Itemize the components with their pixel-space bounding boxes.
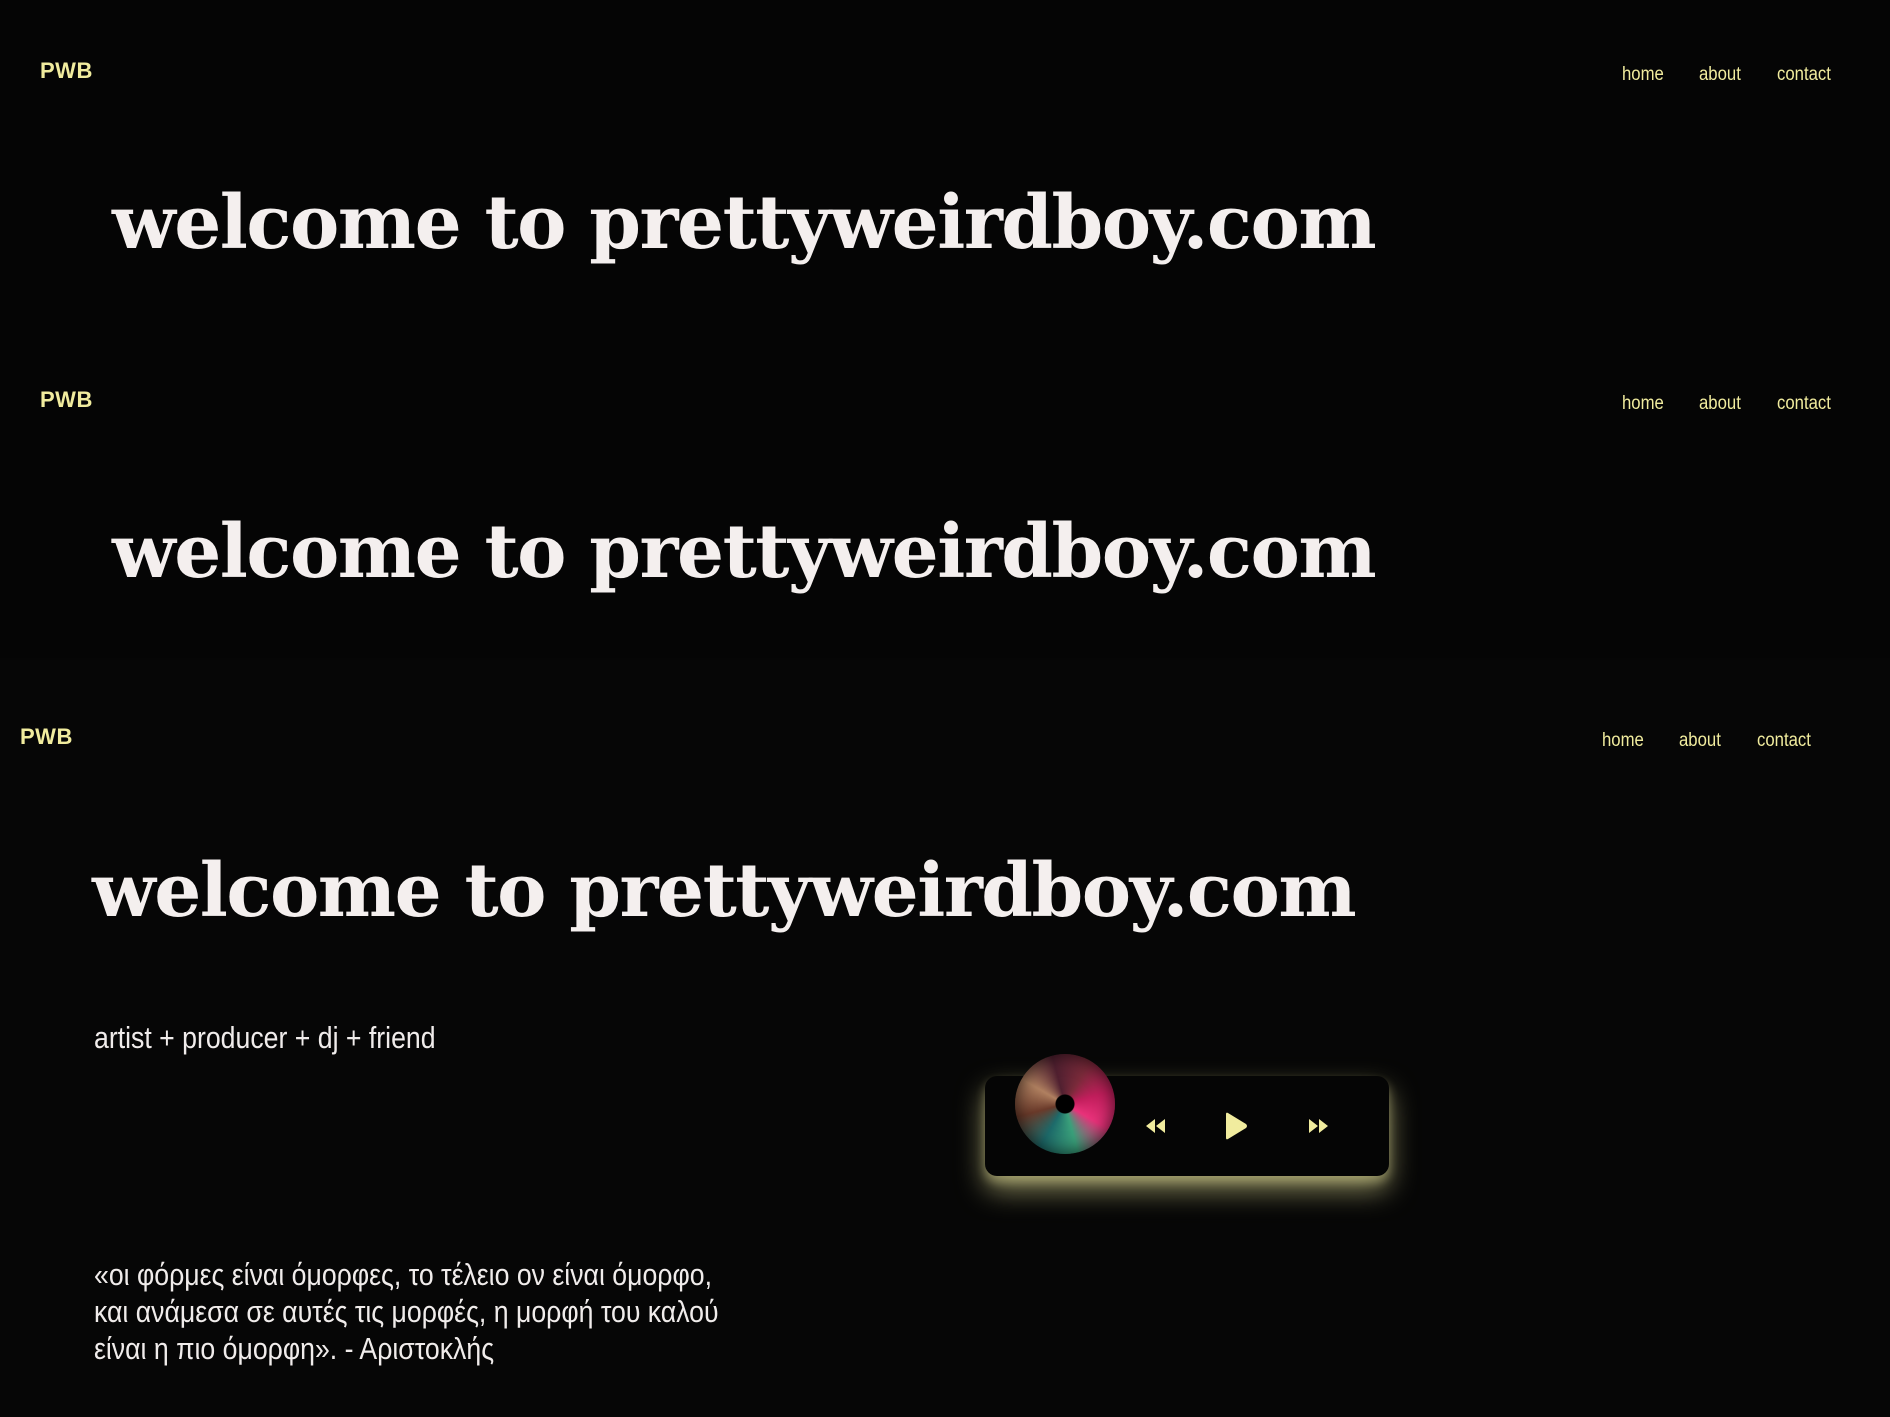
- nav-home-link[interactable]: home: [1602, 730, 1644, 752]
- play-button[interactable]: [1213, 1104, 1257, 1148]
- nav-about-link[interactable]: about: [1699, 64, 1741, 86]
- fast-forward-icon: [1309, 1119, 1328, 1133]
- rewind-icon: [1146, 1119, 1165, 1133]
- site-logo[interactable]: PWB: [40, 387, 93, 413]
- nav-about-link[interactable]: about: [1679, 730, 1721, 752]
- main-nav: home about contact: [1602, 730, 1818, 752]
- tagline: artist + producer + dj + friend: [94, 1020, 436, 1055]
- site-logo[interactable]: PWB: [40, 58, 93, 84]
- album-art-disc: [1015, 1054, 1115, 1154]
- main-nav: home about contact: [1622, 64, 1838, 86]
- page-screenshot-3: PWB home about contact welcome to pretty…: [0, 658, 1890, 1417]
- site-logo[interactable]: PWB: [20, 724, 73, 750]
- greek-quote: «οι φόρμες είναι όμορφες, το τέλειο ον ε…: [94, 1256, 799, 1367]
- nav-contact-link[interactable]: contact: [1757, 730, 1811, 752]
- page-headline: welcome to prettyweirdboy.com: [112, 180, 1377, 266]
- quote-line: «οι φόρμες είναι όμορφες, το τέλειο ον ε…: [94, 1257, 712, 1292]
- main-nav: home about contact: [1622, 393, 1838, 415]
- quote-line: είναι η πιο όμορφη». - Αριστοκλής: [94, 1331, 495, 1366]
- nav-contact-link[interactable]: contact: [1777, 64, 1831, 86]
- page-headline: welcome to prettyweirdboy.com: [92, 848, 1357, 934]
- page-screenshot-2: PWB home about contact welcome to pretty…: [0, 329, 1890, 658]
- quote-line: και ανάμεσα σε αυτές τις μορφές, η μορφή…: [94, 1294, 719, 1329]
- fast-forward-button[interactable]: [1297, 1104, 1341, 1148]
- rewind-button[interactable]: [1133, 1104, 1177, 1148]
- music-player: [985, 1054, 1389, 1176]
- page-screenshot-1: PWB home about contact welcome to pretty…: [0, 0, 1890, 329]
- nav-home-link[interactable]: home: [1622, 64, 1664, 86]
- nav-contact-link[interactable]: contact: [1777, 393, 1831, 415]
- play-icon: [1226, 1112, 1247, 1140]
- nav-about-link[interactable]: about: [1699, 393, 1741, 415]
- page-headline: welcome to prettyweirdboy.com: [112, 509, 1377, 595]
- nav-home-link[interactable]: home: [1622, 393, 1664, 415]
